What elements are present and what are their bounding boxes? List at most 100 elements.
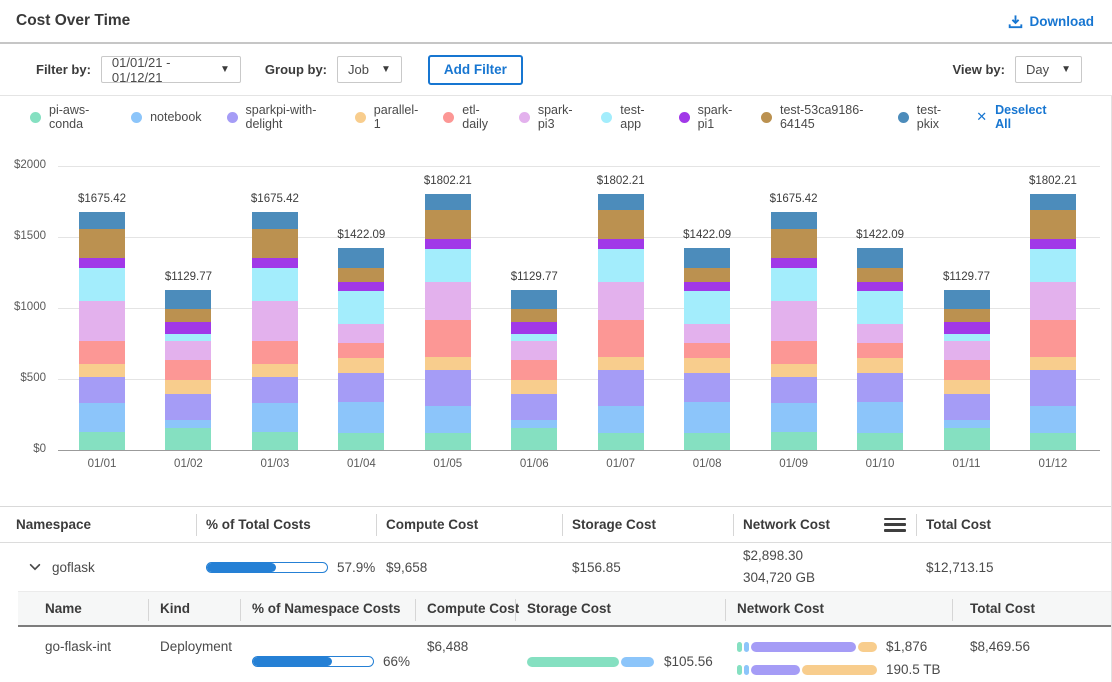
- bar-segment[interactable]: [165, 334, 211, 341]
- bar-segment[interactable]: [684, 402, 730, 433]
- bar-segment[interactable]: [944, 334, 990, 341]
- bar-segment[interactable]: [684, 343, 730, 359]
- download-button[interactable]: Download: [1008, 14, 1095, 29]
- bar-segment[interactable]: [771, 268, 817, 300]
- bar-segment[interactable]: [79, 364, 125, 377]
- bar-segment[interactable]: [252, 268, 298, 300]
- bar-segment[interactable]: [338, 402, 384, 433]
- bar-segment[interactable]: [425, 406, 471, 433]
- col-storage[interactable]: Storage Cost: [562, 507, 733, 542]
- bar-segment[interactable]: [598, 370, 644, 406]
- col-network[interactable]: Network Cost: [725, 592, 952, 625]
- stacked-bar[interactable]: [252, 212, 298, 450]
- bar-segment[interactable]: [252, 403, 298, 432]
- stacked-bar[interactable]: [944, 290, 990, 450]
- table-row[interactable]: goflask 57.9% $9,658 $156.85 $2,898.30 3…: [0, 543, 1111, 591]
- bar-segment[interactable]: [338, 343, 384, 359]
- bar-segment[interactable]: [857, 402, 903, 433]
- bar-segment[interactable]: [511, 420, 557, 427]
- bar-segment[interactable]: [425, 282, 471, 320]
- bar-segment[interactable]: [1030, 406, 1076, 433]
- bar-segment[interactable]: [598, 320, 644, 357]
- col-namespace[interactable]: Namespace: [0, 507, 196, 542]
- bar-segment[interactable]: [598, 249, 644, 282]
- bar-segment[interactable]: [1030, 239, 1076, 250]
- bar-segment[interactable]: [771, 341, 817, 363]
- legend-item[interactable]: spark-pi1: [679, 103, 736, 131]
- bar-segment[interactable]: [684, 248, 730, 268]
- bar-segment[interactable]: [425, 320, 471, 357]
- col-total[interactable]: Total Cost: [916, 507, 1111, 542]
- col-name[interactable]: Name: [18, 592, 148, 625]
- bar-segment[interactable]: [338, 358, 384, 373]
- bar-segment[interactable]: [944, 322, 990, 334]
- bar-segment[interactable]: [1030, 370, 1076, 406]
- bar-segment[interactable]: [944, 360, 990, 380]
- bar-segment[interactable]: [338, 248, 384, 268]
- bar-segment[interactable]: [252, 432, 298, 450]
- bar-segment[interactable]: [1030, 357, 1076, 370]
- bar-segment[interactable]: [598, 282, 644, 320]
- col-pct-namespace[interactable]: % of Namespace Costs: [240, 592, 415, 625]
- bar-segment[interactable]: [771, 432, 817, 450]
- bar-segment[interactable]: [771, 364, 817, 377]
- col-compute[interactable]: Compute Cost: [415, 592, 515, 625]
- bar-segment[interactable]: [165, 309, 211, 322]
- bar-segment[interactable]: [252, 229, 298, 258]
- legend-item[interactable]: pi-aws-conda: [30, 103, 106, 131]
- chevron-down-icon[interactable]: [28, 560, 42, 574]
- bar-segment[interactable]: [1030, 433, 1076, 450]
- bar-segment[interactable]: [165, 360, 211, 380]
- bar-segment[interactable]: [165, 420, 211, 427]
- stacked-bar[interactable]: [511, 290, 557, 450]
- bar-segment[interactable]: [165, 322, 211, 334]
- bar-segment[interactable]: [684, 324, 730, 343]
- legend-item[interactable]: parallel-1: [355, 103, 418, 131]
- view-by-dropdown[interactable]: Day ▼: [1015, 56, 1082, 83]
- stacked-bar[interactable]: [1030, 194, 1076, 450]
- bar-segment[interactable]: [1030, 282, 1076, 320]
- bar-segment[interactable]: [79, 268, 125, 300]
- bar-segment[interactable]: [857, 343, 903, 359]
- stacked-bar[interactable]: [165, 290, 211, 450]
- legend-item[interactable]: sparkpi-with-delight: [227, 103, 330, 131]
- col-pct-total[interactable]: % of Total Costs: [196, 507, 376, 542]
- bar-segment[interactable]: [857, 268, 903, 281]
- bar-segment[interactable]: [1030, 210, 1076, 239]
- bar-segment[interactable]: [252, 341, 298, 363]
- bar-segment[interactable]: [771, 212, 817, 229]
- bar-segment[interactable]: [165, 341, 211, 360]
- stacked-bar[interactable]: [684, 248, 730, 450]
- bar-segment[interactable]: [79, 258, 125, 268]
- bar-segment[interactable]: [338, 282, 384, 292]
- stacked-bar[interactable]: [857, 248, 903, 450]
- stacked-bar[interactable]: [598, 194, 644, 450]
- bar-segment[interactable]: [511, 309, 557, 322]
- bar-segment[interactable]: [857, 291, 903, 323]
- menu-icon[interactable]: [884, 518, 906, 532]
- legend-item[interactable]: test-pkix: [898, 103, 951, 131]
- bar-segment[interactable]: [425, 210, 471, 239]
- bar-segment[interactable]: [252, 258, 298, 268]
- bar-segment[interactable]: [79, 229, 125, 258]
- bar-segment[interactable]: [165, 428, 211, 450]
- bar-segment[interactable]: [165, 290, 211, 309]
- stacked-bar[interactable]: [338, 248, 384, 450]
- bar-segment[interactable]: [684, 373, 730, 402]
- bar-segment[interactable]: [79, 212, 125, 229]
- bar-segment[interactable]: [771, 229, 817, 258]
- bar-segment[interactable]: [425, 433, 471, 450]
- bar-segment[interactable]: [511, 322, 557, 334]
- bar-segment[interactable]: [771, 301, 817, 341]
- group-by-dropdown[interactable]: Job ▼: [337, 56, 402, 83]
- col-total[interactable]: Total Cost: [952, 592, 1111, 625]
- bar-segment[interactable]: [511, 341, 557, 360]
- bar-segment[interactable]: [944, 394, 990, 420]
- bar-segment[interactable]: [684, 433, 730, 450]
- bar-segment[interactable]: [425, 357, 471, 370]
- bar-segment[interactable]: [1030, 194, 1076, 210]
- bar-segment[interactable]: [771, 258, 817, 268]
- bar-segment[interactable]: [944, 309, 990, 322]
- bar-segment[interactable]: [944, 420, 990, 427]
- bar-segment[interactable]: [338, 291, 384, 323]
